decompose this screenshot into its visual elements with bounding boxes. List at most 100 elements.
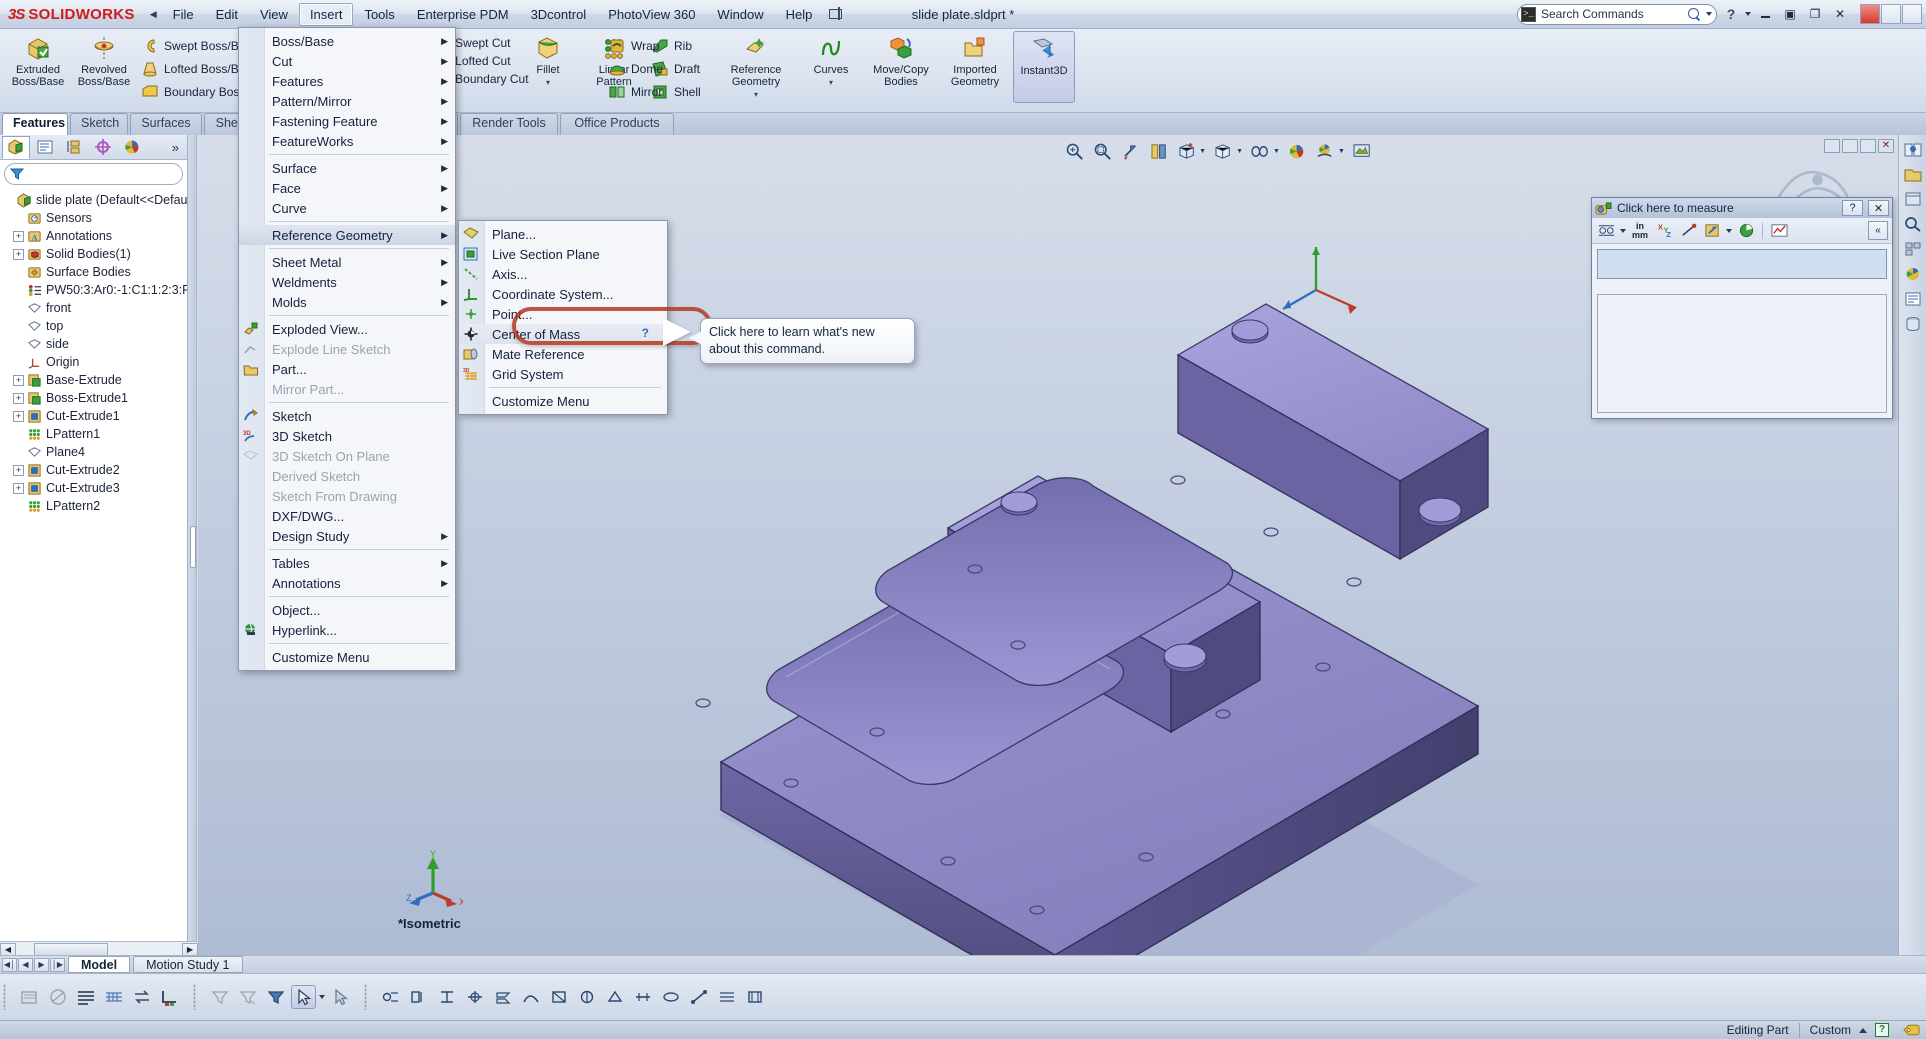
sketch-entity-9-icon[interactable] bbox=[602, 985, 627, 1009]
insert-menu-item-fastening-feature[interactable]: Fastening Feature ▶ bbox=[239, 111, 455, 131]
status-units[interactable]: Custom bbox=[1810, 1023, 1851, 1037]
tree-item-plane-side[interactable]: side bbox=[3, 335, 187, 353]
tree-expander[interactable] bbox=[13, 357, 24, 368]
fillet-dropdown-icon[interactable]: ▾ bbox=[546, 77, 550, 89]
measure-history-icon[interactable] bbox=[1769, 221, 1789, 241]
fillet-button[interactable]: Fillet ▾ bbox=[516, 31, 580, 89]
extruded-boss-base-button[interactable]: Extruded Boss/Base bbox=[6, 31, 70, 88]
display-style-tool-icon[interactable] bbox=[73, 985, 98, 1009]
menu-file[interactable]: File bbox=[162, 3, 205, 26]
instant3d-button[interactable]: Instant3D bbox=[1013, 31, 1075, 103]
solidworks-resources-icon[interactable] bbox=[1900, 137, 1926, 160]
next-tab-button[interactable]: ▶ bbox=[34, 957, 49, 972]
sketch-entity-2-icon[interactable] bbox=[406, 985, 431, 1009]
zoom-to-area-icon[interactable] bbox=[1091, 141, 1113, 161]
insert-menu-item-annotations[interactable]: Annotations ▶ bbox=[239, 573, 455, 593]
apply-scene-dropdown-icon[interactable]: ▼ bbox=[1338, 148, 1345, 155]
insert-menu-item-hyperlink[interactable]: Hyperlink... bbox=[239, 620, 455, 640]
sketch-entity-1-icon[interactable] bbox=[378, 985, 403, 1009]
mirror-button[interactable]: Mirror bbox=[605, 81, 667, 102]
search-task-icon[interactable] bbox=[1900, 212, 1926, 235]
tree-expander[interactable] bbox=[13, 303, 24, 314]
insert-menu-item-part[interactable]: Part... bbox=[239, 359, 455, 379]
measure-results-list[interactable] bbox=[1597, 294, 1887, 413]
insert-menu-item-featureworks[interactable]: FeatureWorks ▶ bbox=[239, 131, 455, 151]
units-precision-icon[interactable]: in mm bbox=[1630, 221, 1650, 241]
reference-geometry-button[interactable]: Reference Geometry ▾ bbox=[715, 31, 797, 101]
sketch-entity-12-icon[interactable] bbox=[686, 985, 711, 1009]
dimension-tool-icon[interactable] bbox=[157, 985, 182, 1009]
doc-restore-icon[interactable] bbox=[1881, 4, 1901, 24]
display-manager-tab[interactable] bbox=[118, 136, 146, 159]
section-view-icon[interactable] bbox=[1147, 141, 1169, 161]
feature-tree-filter[interactable] bbox=[4, 163, 183, 185]
insert-menu-item-features[interactable]: Features ▶ bbox=[239, 71, 455, 91]
tree-item-base-extrude[interactable]: + Base-Extrude bbox=[3, 371, 187, 389]
tree-expander[interactable]: + bbox=[13, 482, 24, 494]
pdm-task-icon[interactable] bbox=[1900, 312, 1926, 335]
sketch-entity-14-icon[interactable] bbox=[742, 985, 767, 1009]
tree-item-cut-extrude1[interactable]: + Cut-Extrude1 bbox=[3, 407, 187, 425]
toolbar-grip[interactable] bbox=[364, 984, 367, 1010]
tree-item-material[interactable]: PW50:3:Ar0:-1:C1:1:2:3:Re1 bbox=[3, 281, 187, 299]
tree-expander[interactable]: + bbox=[13, 248, 24, 260]
view-palette-icon[interactable] bbox=[1900, 237, 1926, 260]
menu-help[interactable]: Help bbox=[775, 3, 824, 26]
hidden-bodies-icon[interactable] bbox=[17, 985, 42, 1009]
swap-views-icon[interactable] bbox=[129, 985, 154, 1009]
insert-menu-item-3d-sketch[interactable]: 3D 3D Sketch bbox=[239, 426, 455, 446]
tree-item-surface-bodies[interactable]: Surface Bodies bbox=[3, 263, 187, 281]
insert-menu-item-cut[interactable]: Cut ▶ bbox=[239, 51, 455, 71]
refgeo-menu-item-coordinate-system[interactable]: Coordinate System... bbox=[459, 284, 667, 304]
refgeo-menu-item-grid-system[interactable]: 3D Grid System bbox=[459, 364, 667, 384]
display-style-icon[interactable] bbox=[1212, 141, 1234, 161]
search-input[interactable]: Search Commands bbox=[1541, 7, 1682, 21]
refgeo-menu-item-mate-reference[interactable]: Mate Reference bbox=[459, 344, 667, 364]
panel-splitter[interactable] bbox=[188, 135, 197, 957]
measure-selection-field[interactable] bbox=[1597, 249, 1887, 279]
tree-expander[interactable]: + bbox=[13, 374, 24, 386]
tree-expander[interactable] bbox=[13, 285, 24, 296]
help-button[interactable]: ? bbox=[1720, 4, 1742, 24]
sketch-entity-4-icon[interactable] bbox=[462, 985, 487, 1009]
tree-expander[interactable]: + bbox=[13, 410, 24, 422]
tree-expander[interactable] bbox=[13, 429, 24, 440]
xyz-relative-to-icon[interactable]: XYZ bbox=[1654, 221, 1674, 241]
tree-expander[interactable]: + bbox=[13, 392, 24, 404]
feature-manager-more-button[interactable]: » bbox=[172, 140, 187, 155]
tree-expander[interactable] bbox=[13, 267, 24, 278]
arc-condition-icon[interactable] bbox=[1596, 221, 1616, 241]
tab-sketch[interactable]: Sketch bbox=[70, 113, 128, 135]
sketch-entity-5-icon[interactable] bbox=[490, 985, 515, 1009]
tree-item-cut-extrude2[interactable]: + Cut-Extrude2 bbox=[3, 461, 187, 479]
tree-item-annotations[interactable]: + A Annotations bbox=[3, 227, 187, 245]
tree-item-origin[interactable]: Origin bbox=[3, 353, 187, 371]
menu-expand-arrow[interactable]: ◀ bbox=[145, 9, 162, 20]
arc-condition-dropdown-icon[interactable] bbox=[1620, 228, 1626, 233]
doc-close-icon[interactable] bbox=[1860, 4, 1880, 24]
section-view-tool-icon[interactable] bbox=[45, 985, 70, 1009]
move-copy-bodies-button[interactable]: Move/Copy Bodies bbox=[865, 31, 937, 88]
tree-expander[interactable] bbox=[13, 321, 24, 332]
appearances-scenes-icon[interactable] bbox=[1900, 262, 1926, 285]
refgeo-menu-item-live-section-plane[interactable]: Live Section Plane bbox=[459, 244, 667, 264]
measure-dialog[interactable]: Click here to measure ? ✕ in mm XYZ « bbox=[1591, 197, 1893, 419]
revolved-boss-base-button[interactable]: Revolved Boss/Base bbox=[72, 31, 136, 88]
imported-geometry-button[interactable]: Imported Geometry bbox=[939, 31, 1011, 88]
view-settings-icon[interactable] bbox=[1351, 141, 1373, 161]
insert-menu-item-pattern-mirror[interactable]: Pattern/Mirror ▶ bbox=[239, 91, 455, 111]
insert-menu-item-weldments[interactable]: Weldments ▶ bbox=[239, 272, 455, 292]
insert-menu-item-exploded-view[interactable]: Exploded View... bbox=[239, 319, 455, 339]
tree-expander[interactable] bbox=[13, 213, 24, 224]
sketch-entity-7-icon[interactable] bbox=[546, 985, 571, 1009]
tree-root-part[interactable]: slide plate (Default<<Default> bbox=[3, 191, 187, 209]
hide-show-dropdown-icon[interactable]: ▼ bbox=[1273, 148, 1280, 155]
view-orientation-dropdown-icon[interactable]: ▼ bbox=[1199, 148, 1206, 155]
tree-item-plane4[interactable]: Plane4 bbox=[3, 443, 187, 461]
insert-menu-item-object[interactable]: Object... bbox=[239, 600, 455, 620]
insert-menu-item-face[interactable]: Face ▶ bbox=[239, 178, 455, 198]
insert-menu-item-customize-menu[interactable]: Customize Menu bbox=[239, 647, 455, 667]
insert-menu-item-boss-base[interactable]: Boss/Base ▶ bbox=[239, 31, 455, 51]
insert-menu[interactable]: Boss/Base ▶ Cut ▶ Features ▶ Pattern/Mir… bbox=[238, 27, 456, 671]
graphics-close-icon[interactable]: ✕ bbox=[1878, 139, 1894, 153]
